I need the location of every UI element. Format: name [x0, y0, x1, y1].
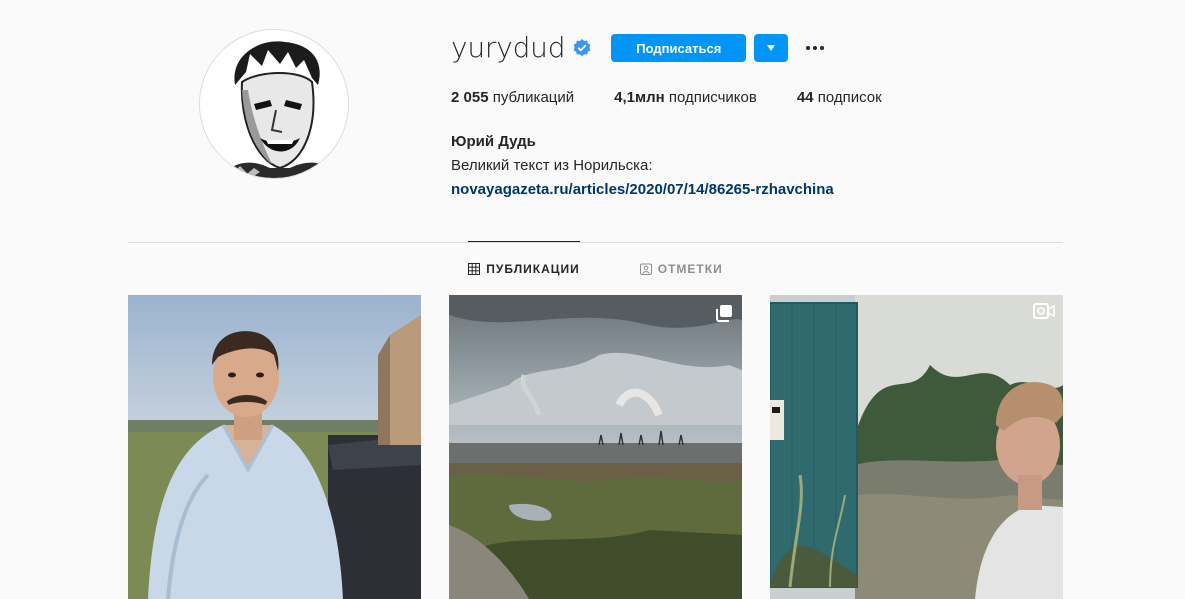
- video-icon: [1033, 303, 1055, 319]
- verified-badge-icon: [573, 39, 591, 57]
- avatar-portrait-image: [200, 30, 348, 178]
- tagged-icon: [639, 263, 652, 275]
- more-options-icon[interactable]: [802, 35, 828, 61]
- posts-label: публикаций: [492, 89, 575, 106]
- followers-label: подписчиков: [668, 89, 757, 106]
- bio-text: Великий текст из Норильска:: [451, 157, 653, 174]
- suggestions-dropdown-button[interactable]: [754, 34, 789, 62]
- post-thumbnail[interactable]: [128, 295, 421, 599]
- followers-stat[interactable]: 4,1млн подписчиков: [614, 89, 757, 106]
- follow-button[interactable]: Подписаться: [611, 34, 747, 62]
- post-image-video-still: [770, 295, 1063, 599]
- posts-stat: 2 055 публикаций: [451, 89, 574, 106]
- profile-username: yurydud: [451, 31, 566, 64]
- bio-link[interactable]: novayagazeta.ru/articles/2020/07/14/8626…: [451, 181, 834, 198]
- following-count: 44: [796, 89, 814, 106]
- posts-grid: [128, 295, 1063, 599]
- following-label: подписок: [817, 89, 882, 106]
- profile-stats: 2 055 публикаций 4,1млн подписчиков 44 п…: [451, 89, 922, 106]
- posts-count: 2 055: [451, 89, 489, 106]
- profile-full-name: Юрий Дудь: [451, 133, 536, 150]
- tab-tagged[interactable]: ОТМЕТКИ: [639, 242, 723, 295]
- grid-icon: [468, 262, 481, 275]
- multiple-photos-icon: [714, 303, 734, 323]
- profile-title-row: yurydud Подписаться: [451, 30, 828, 66]
- tab-posts[interactable]: ПУБЛИКАЦИИ: [468, 241, 581, 295]
- profile-tabs: ПУБЛИКАЦИИ ОТМЕТКИ: [128, 241, 1063, 295]
- followers-count: 4,1млн: [614, 89, 665, 106]
- tab-tagged-label: ОТМЕТКИ: [657, 261, 723, 276]
- post-thumbnail[interactable]: [770, 295, 1063, 599]
- profile-avatar[interactable]: [199, 29, 349, 179]
- following-stat[interactable]: 44 подписок: [797, 89, 882, 106]
- profile-header: yurydud Подписаться 2 055 публикаций 4,1…: [0, 0, 1185, 242]
- profile-info: yurydud Подписаться: [451, 30, 828, 66]
- profile-bio: Юрий Дудь Великий текст из Норильска: no…: [451, 130, 834, 202]
- tab-posts-label: ПУБЛИКАЦИИ: [486, 261, 580, 276]
- post-thumbnail[interactable]: [449, 295, 742, 599]
- post-image-landscape: [449, 295, 742, 599]
- post-image-portrait: [128, 295, 421, 599]
